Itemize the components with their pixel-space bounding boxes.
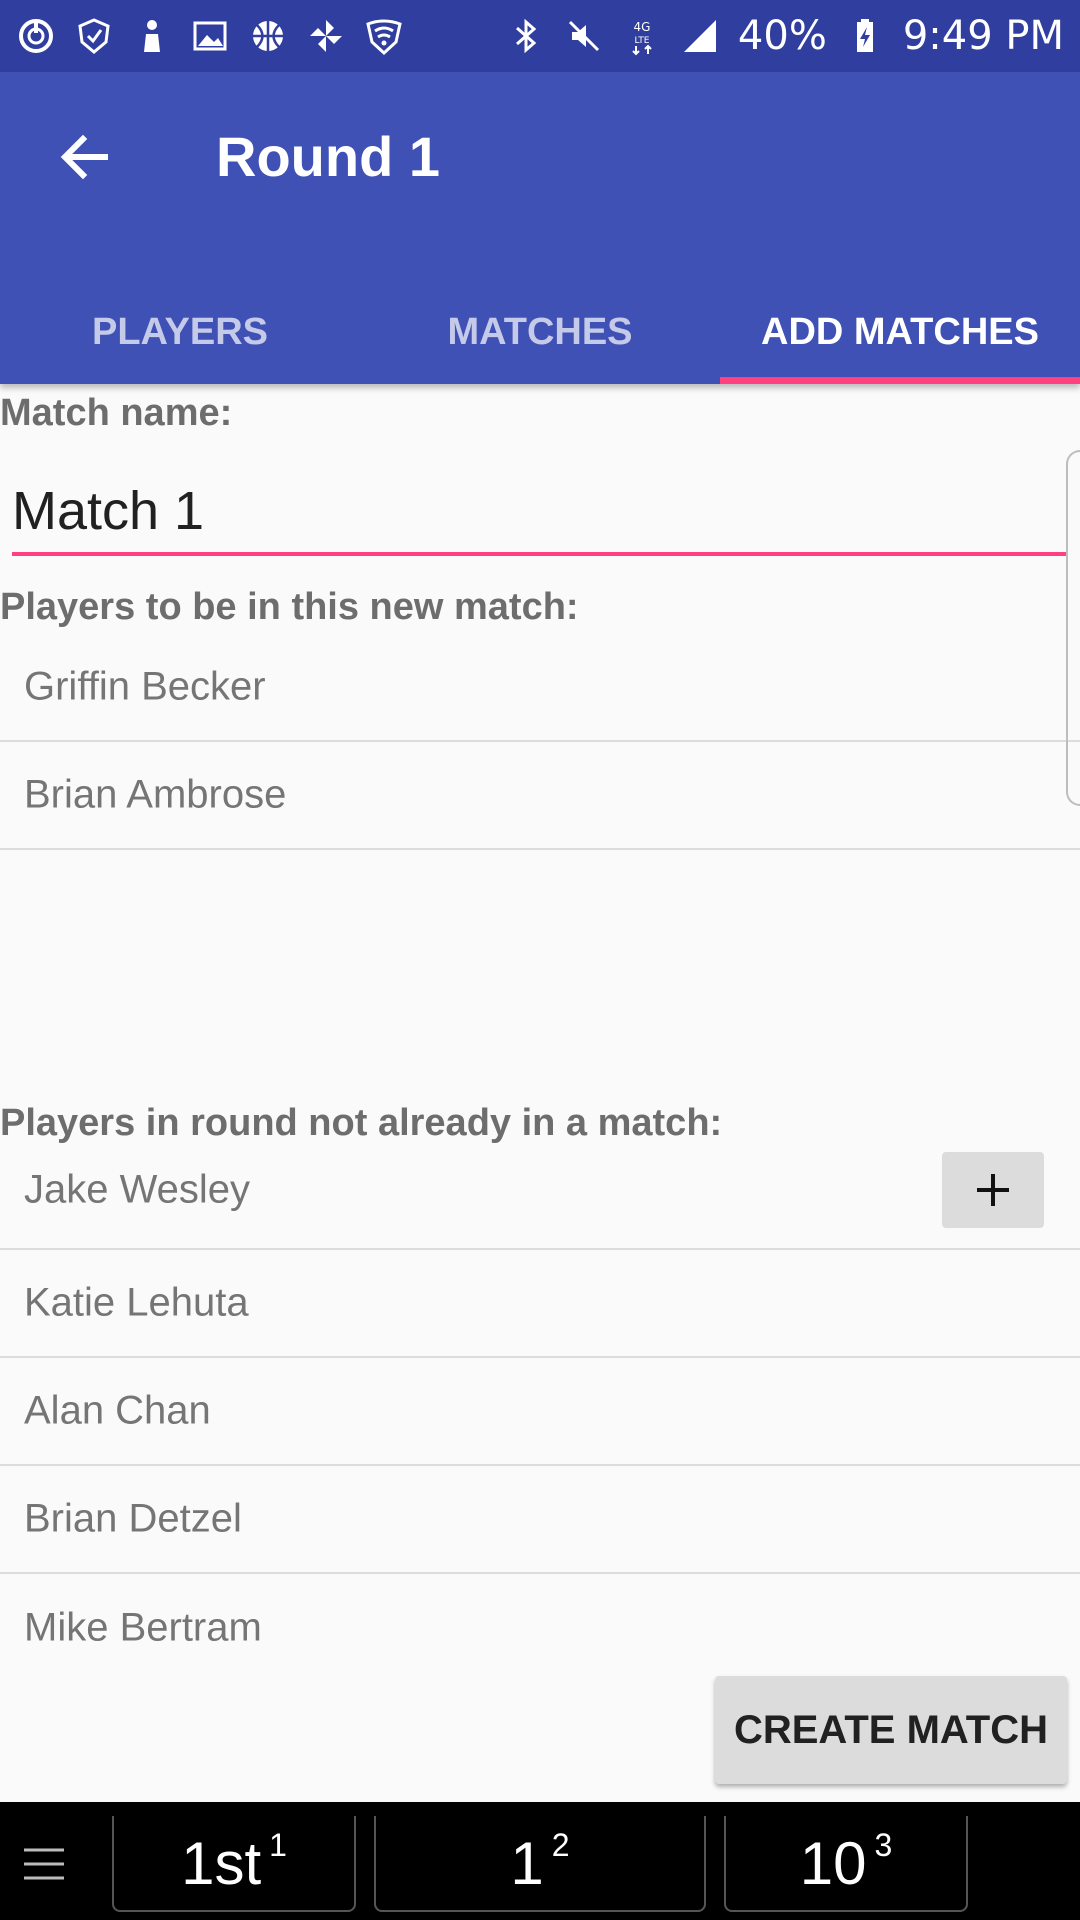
basketball-icon bbox=[248, 16, 288, 56]
add-player-button[interactable] bbox=[942, 1152, 1044, 1228]
suggestion-index: 2 bbox=[551, 1826, 570, 1863]
player-name: Griffin Becker bbox=[24, 664, 266, 709]
suggestion-text: 1st bbox=[181, 1829, 262, 1897]
create-match-button[interactable]: CREATE MATCH bbox=[715, 1676, 1067, 1784]
suggestion-button-1[interactable]: 1st 1 bbox=[112, 1816, 356, 1912]
status-bar: 4G LTE 40% 9:49 PM bbox=[0, 0, 1080, 72]
players-available-label: Players in round not already in a match: bbox=[0, 1102, 723, 1144]
back-button[interactable] bbox=[50, 122, 120, 192]
player-name: Jake Wesley bbox=[24, 1167, 251, 1212]
bluetooth-icon bbox=[506, 16, 546, 56]
suggestion-text: 1 bbox=[510, 1829, 544, 1897]
player-name: Brian Detzel bbox=[24, 1496, 242, 1541]
list-item[interactable]: Alan Chan bbox=[0, 1358, 1080, 1466]
power-icon bbox=[16, 16, 56, 56]
player-name: Alan Chan bbox=[24, 1388, 211, 1433]
suggestion-index: 3 bbox=[874, 1826, 893, 1863]
tab-add-matches[interactable]: ADD MATCHES bbox=[720, 280, 1080, 384]
list-item[interactable]: Brian Ambrose bbox=[0, 742, 1080, 850]
list-item[interactable]: Griffin Becker bbox=[0, 634, 1080, 742]
app-bar: Round 1 PLAYERS MATCHES ADD MATCHES bbox=[0, 72, 1080, 384]
clock: 9:49 PM bbox=[902, 13, 1064, 59]
match-name-label: Match name: bbox=[0, 392, 233, 434]
plus-icon bbox=[977, 1174, 1009, 1206]
shield-icon bbox=[74, 16, 114, 56]
player-name: Katie Lehuta bbox=[24, 1280, 249, 1325]
match-name-input[interactable] bbox=[12, 470, 1068, 556]
players-in-match-label: Players to be in this new match: bbox=[0, 586, 579, 628]
person-icon bbox=[132, 16, 172, 56]
menu-icon[interactable] bbox=[20, 1838, 72, 1890]
suggestion-button-3[interactable]: 10 3 bbox=[724, 1816, 968, 1912]
battery-percent: 40% bbox=[737, 13, 827, 59]
bottom-bar: 1st 1 12 10 3 bbox=[0, 1802, 1080, 1920]
battery-icon bbox=[845, 16, 885, 56]
list-item[interactable]: Katie Lehuta bbox=[0, 1250, 1080, 1358]
page-title: Round 1 bbox=[216, 125, 440, 188]
wifi-shield-icon bbox=[364, 16, 404, 56]
list-item[interactable]: Jake Wesley bbox=[0, 1140, 1080, 1250]
suggestion-button-2[interactable]: 12 bbox=[374, 1816, 706, 1912]
suggestion-index: 1 bbox=[269, 1826, 287, 1863]
player-name: Brian Ambrose bbox=[24, 772, 287, 817]
player-name: Mike Bertram bbox=[24, 1605, 262, 1650]
tab-matches[interactable]: MATCHES bbox=[360, 280, 720, 384]
status-bar-right-icons: 4G LTE 40% 9:49 PM bbox=[506, 13, 1064, 59]
list-item[interactable]: Brian Detzel bbox=[0, 1466, 1080, 1574]
signal-icon bbox=[680, 16, 720, 56]
status-bar-left-icons bbox=[16, 16, 404, 56]
scroll-indicator bbox=[1066, 450, 1080, 806]
gallery-icon bbox=[190, 16, 230, 56]
svg-text:LTE: LTE bbox=[634, 36, 649, 46]
tab-players[interactable]: PLAYERS bbox=[0, 280, 360, 384]
4g-lte-icon: 4G LTE bbox=[622, 16, 662, 56]
mute-icon bbox=[564, 16, 604, 56]
pinwheel-icon bbox=[306, 16, 346, 56]
svg-text:4G: 4G bbox=[633, 20, 650, 34]
arrow-left-icon bbox=[60, 134, 108, 180]
suggestion-text: 10 bbox=[799, 1829, 867, 1897]
tab-bar: PLAYERS MATCHES ADD MATCHES bbox=[0, 280, 1080, 384]
list-item[interactable]: Mike Bertram bbox=[0, 1574, 1080, 1682]
